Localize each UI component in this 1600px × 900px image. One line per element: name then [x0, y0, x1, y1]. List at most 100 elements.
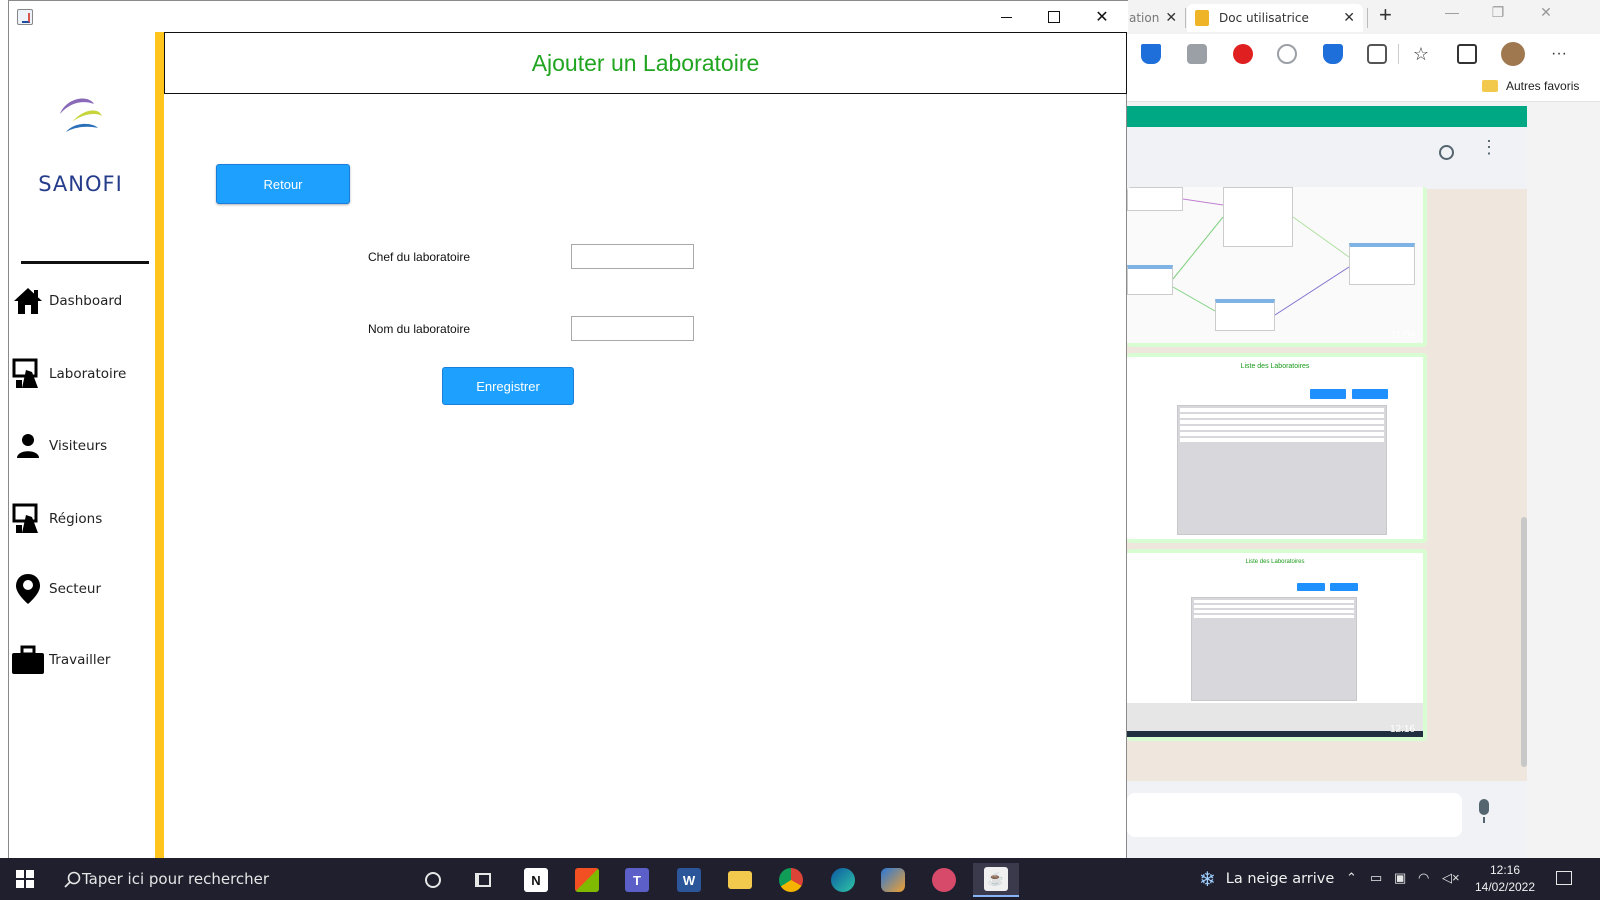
- region-icon: [11, 502, 45, 536]
- favorites-star-icon[interactable]: ☆: [1411, 44, 1431, 64]
- profile-avatar[interactable]: [1501, 42, 1525, 66]
- extension-adblock-icon[interactable]: [1233, 44, 1253, 64]
- app-screenshot: Liste des Laboratoires: [1127, 357, 1423, 539]
- clock-date: 14/02/2022: [1474, 880, 1536, 894]
- sidebar-item-label: Dashboard: [49, 293, 123, 309]
- maximize-button[interactable]: [1030, 1, 1078, 33]
- wifi-icon[interactable]: ◠: [1418, 870, 1429, 886]
- chat-scrollbar[interactable]: [1521, 517, 1527, 767]
- other-favorites-folder[interactable]: Autres favoris: [1482, 79, 1579, 93]
- close-button[interactable]: ✕: [1078, 1, 1126, 33]
- ide-icon[interactable]: [870, 863, 916, 897]
- back-button[interactable]: Retour: [216, 164, 350, 204]
- nom-input[interactable]: [571, 316, 694, 341]
- more-options-icon[interactable]: ···: [1551, 44, 1571, 64]
- mini-button: [1352, 389, 1388, 399]
- browser-tab-active-label: Doc utilisatrice: [1219, 11, 1309, 25]
- folder-icon: [1482, 80, 1498, 92]
- sidebar-item-label: Visiteurs: [49, 438, 108, 454]
- sidebar-item-label: Régions: [49, 511, 103, 527]
- minimize-button[interactable]: [982, 1, 1030, 33]
- java-app-taskbar-icon[interactable]: ☕: [973, 863, 1019, 897]
- other-favorites-label: Autres favoris: [1506, 79, 1580, 93]
- close-tab-icon[interactable]: ✕: [1343, 10, 1355, 26]
- edge-icon[interactable]: [820, 863, 866, 897]
- image-message[interactable]: Liste des Laboratoires 11:51: [1127, 353, 1427, 543]
- window-titlebar[interactable]: ✕: [9, 0, 1128, 32]
- chrome-icon[interactable]: [768, 863, 814, 897]
- file-explorer-icon[interactable]: [717, 863, 763, 897]
- location-pin-icon: [11, 572, 45, 606]
- java-icon: [17, 9, 33, 25]
- battery-icon[interactable]: ▭: [1370, 870, 1382, 886]
- toolbar-divider: [1398, 44, 1399, 64]
- message-input[interactable]: [1127, 793, 1462, 837]
- chevron-up-icon[interactable]: ⌃: [1346, 870, 1357, 886]
- search-icon[interactable]: [1439, 145, 1454, 160]
- extension-trophy-icon[interactable]: [1141, 44, 1161, 64]
- close-icon[interactable]: ✕: [1523, 4, 1569, 21]
- cortana-icon[interactable]: [410, 863, 456, 897]
- network-icon[interactable]: ▣: [1394, 870, 1406, 886]
- browser-tab-strip: ation ✕ Doc utilisatrice ✕ + — ❐ ✕: [1127, 0, 1600, 34]
- notion-icon[interactable]: N: [513, 863, 559, 897]
- chef-input[interactable]: [571, 244, 694, 269]
- message-time: 12:16: [1389, 724, 1415, 735]
- weather-widget[interactable]: ❄ La neige arrive: [1199, 858, 1334, 900]
- tab-separator: [1185, 8, 1186, 28]
- message-time: 11:09: [1390, 330, 1415, 341]
- browser-tab-partial[interactable]: ation ✕: [1127, 4, 1185, 32]
- extensions-puzzle-icon[interactable]: [1367, 44, 1387, 64]
- store-icon[interactable]: [564, 863, 610, 897]
- mini-button: [1330, 583, 1358, 591]
- microphone-icon[interactable]: [1479, 799, 1489, 815]
- sidebar-item-regions[interactable]: Régions: [9, 497, 152, 541]
- sanofi-logo-text: SANOFI: [38, 172, 123, 196]
- sidebar-divider: [21, 261, 149, 264]
- teams-icon[interactable]: T: [614, 863, 660, 897]
- close-tab-icon[interactable]: ✕: [1165, 10, 1177, 26]
- restore-icon[interactable]: ❐: [1475, 4, 1521, 21]
- weather-text: La neige arrive: [1225, 871, 1335, 887]
- image-message[interactable]: Liste des Laboratoires 12:16: [1127, 549, 1427, 741]
- tab-separator: [1367, 8, 1368, 28]
- sanofi-logo-icon: [60, 98, 102, 132]
- save-button[interactable]: Enregistrer: [442, 367, 574, 405]
- windows-start-icon[interactable]: [16, 870, 34, 888]
- collections-icon[interactable]: [1457, 44, 1477, 64]
- briefcase-icon: [11, 643, 45, 677]
- mini-table: [1191, 597, 1357, 701]
- volume-muted-icon[interactable]: ◁×: [1442, 870, 1460, 886]
- sidebar: SANOFI Dashboard Laboratoire Visiteurs R: [9, 32, 152, 858]
- taskbar-search[interactable]: Taper ici pour rechercher: [52, 858, 406, 900]
- chef-label: Chef du laboratoire: [368, 250, 471, 264]
- sidebar-item-travailler[interactable]: Travailler: [9, 638, 152, 682]
- clock[interactable]: 12:16 14/02/2022: [1470, 862, 1540, 896]
- extension-headphones-icon[interactable]: [1277, 44, 1297, 64]
- mini-table: [1177, 405, 1387, 535]
- browser-window: ation ✕ Doc utilisatrice ✕ + — ❐ ✕ ☆ ···…: [1127, 0, 1600, 858]
- sidebar-item-label: Travailler: [49, 652, 111, 668]
- word-icon[interactable]: W: [666, 863, 712, 897]
- menu-dots-icon[interactable]: ⋮: [1480, 138, 1498, 156]
- notifications-icon[interactable]: [1556, 871, 1572, 885]
- extension-shield-icon[interactable]: [1323, 44, 1343, 64]
- nom-label: Nom du laboratoire: [368, 322, 471, 336]
- mini-console: [1127, 703, 1423, 733]
- new-tab-icon[interactable]: +: [1379, 2, 1392, 28]
- browser-tab-active[interactable]: Doc utilisatrice ✕: [1187, 4, 1363, 32]
- sidebar-item-laboratoire[interactable]: Laboratoire: [9, 352, 152, 396]
- task-view-icon[interactable]: [460, 863, 506, 897]
- sidebar-item-dashboard[interactable]: Dashboard: [9, 279, 152, 323]
- sidebar-item-secteur[interactable]: Secteur: [9, 567, 152, 611]
- sidebar-item-visiteurs[interactable]: Visiteurs: [9, 424, 152, 468]
- mini-taskbar: [1127, 731, 1423, 737]
- minimize-icon[interactable]: —: [1429, 4, 1475, 20]
- chat-input-bar: [1127, 781, 1527, 858]
- snipping-tool-icon[interactable]: [921, 863, 967, 897]
- sidebar-item-label: Secteur: [49, 581, 102, 597]
- image-message[interactable]: 11:09: [1127, 187, 1427, 347]
- extension-copy-icon[interactable]: [1187, 44, 1207, 64]
- mini-button: [1297, 583, 1325, 591]
- chat-messages: 11:09 Liste des Laboratoires 11:51 Liste…: [1127, 187, 1527, 781]
